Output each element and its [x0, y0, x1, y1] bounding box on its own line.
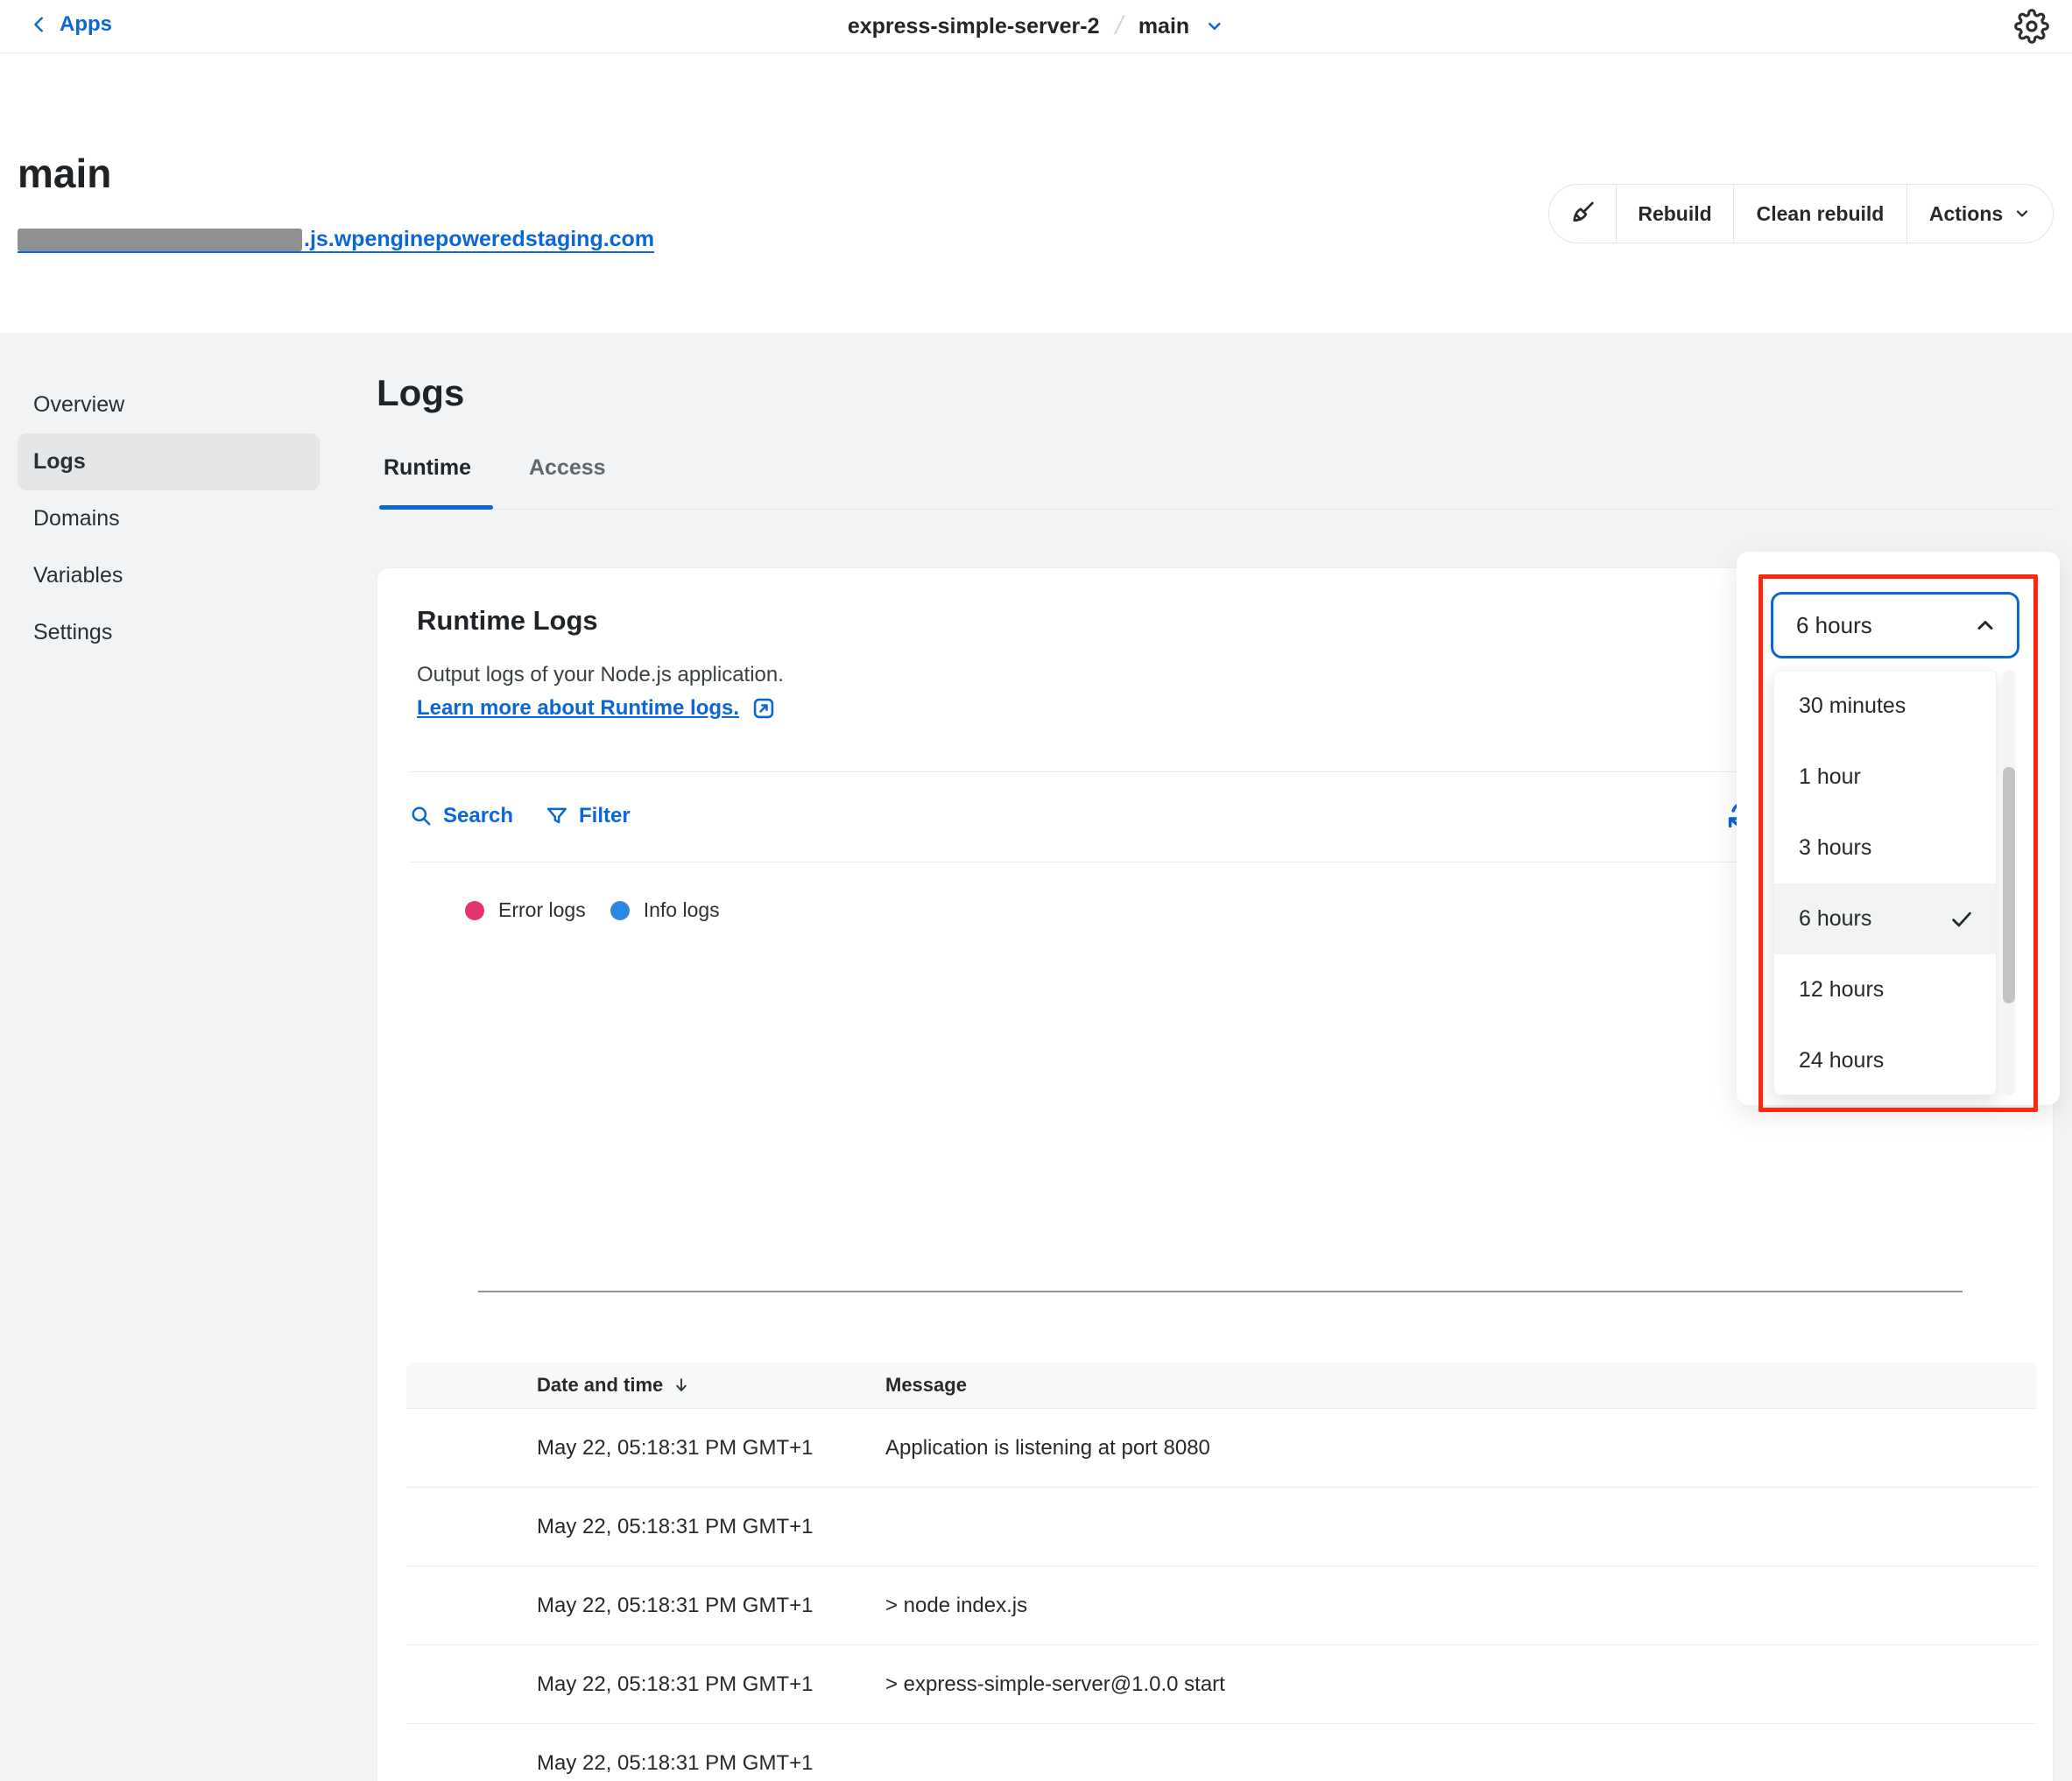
option-24-hours[interactable]: 24 hours	[1774, 1025, 1996, 1095]
checkmark-icon	[1949, 906, 1975, 933]
sidebar-item-variables[interactable]: Variables	[18, 547, 320, 604]
search-button[interactable]: Search	[410, 792, 513, 841]
app-canvas: Apps express-simple-server-2 / main main…	[0, 0, 2072, 1781]
logs-tabs: Runtime Access	[377, 455, 613, 481]
broom-icon	[1568, 199, 1597, 229]
clean-rebuild-button[interactable]: Clean rebuild	[1734, 185, 1907, 243]
tabs-bottom-border	[377, 509, 2054, 510]
error-logs-dot	[465, 901, 484, 920]
actions-label: Actions	[1929, 202, 2003, 226]
redacted-url-prefix	[18, 229, 302, 251]
learn-more-label: Learn more about Runtime logs.	[417, 696, 739, 721]
tab-runtime[interactable]: Runtime	[377, 455, 478, 481]
dropdown-scrollbar-thumb[interactable]	[2003, 767, 2015, 1003]
chevron-down-icon	[2013, 205, 2031, 222]
environment-header: main .js.wpenginepoweredstaging.com Rebu…	[0, 53, 2072, 333]
chart-y-axis-labels	[443, 983, 469, 1291]
chevron-down-icon[interactable]	[1205, 17, 1224, 36]
table-row[interactable]: May 22, 05:18:31 PM GMT+1 > node index.j…	[406, 1566, 2037, 1645]
selected-time-range: 6 hours	[1796, 612, 1872, 639]
tab-access[interactable]: Access	[522, 455, 613, 481]
breadcrumb-app-name[interactable]: express-simple-server-2	[848, 14, 1100, 39]
chevron-up-icon	[1973, 613, 1998, 637]
back-label: Apps	[60, 12, 112, 37]
environment-actions-toolbar: Rebuild Clean rebuild Actions	[1548, 184, 2054, 243]
environment-title: main	[18, 150, 111, 197]
chart-x-axis-labels	[478, 1303, 1963, 1329]
column-header-date-time[interactable]: Date and time	[537, 1374, 885, 1397]
clean-rebuild-label: Clean rebuild	[1757, 202, 1885, 226]
legend-info-logs: Info logs	[610, 898, 720, 922]
chevron-left-icon	[30, 15, 49, 34]
external-link-icon	[751, 696, 776, 721]
breadcrumb-environment[interactable]: main	[1138, 14, 1189, 39]
option-6-hours[interactable]: 6 hours	[1774, 883, 1996, 954]
option-12-hours[interactable]: 12 hours	[1774, 954, 1996, 1025]
back-to-apps-link[interactable]: Apps	[30, 12, 112, 37]
filter-button[interactable]: Filter	[546, 792, 631, 841]
topbar: Apps express-simple-server-2 / main	[0, 0, 2072, 53]
search-icon	[410, 805, 433, 827]
learn-more-link[interactable]: Learn more about Runtime logs.	[417, 696, 776, 721]
column-header-message: Message	[885, 1374, 967, 1397]
option-30-minutes[interactable]: 30 minutes	[1774, 671, 1996, 742]
filter-funnel-icon	[546, 805, 568, 827]
info-logs-dot	[610, 901, 630, 920]
time-range-dropdown: 6 hours 30 minutes 1 hour 3 hours 6 hour…	[1737, 552, 2060, 1105]
environment-url-link[interactable]: .js.wpenginepoweredstaging.com	[18, 227, 654, 253]
time-range-select-button[interactable]: 6 hours	[1771, 592, 2019, 658]
search-label: Search	[443, 804, 513, 828]
gear-icon[interactable]	[2014, 9, 2049, 44]
sidebar-item-overview[interactable]: Overview	[18, 377, 320, 433]
rebuild-button[interactable]: Rebuild	[1617, 185, 1734, 243]
sidebar-item-logs[interactable]: Logs	[18, 433, 320, 490]
logs-table: Date and time Message May 22, 05:18:31 P…	[406, 1362, 2037, 1781]
table-row[interactable]: May 22, 05:18:31 PM GMT+1 > express-simp…	[406, 1645, 2037, 1724]
sidebar-item-domains[interactable]: Domains	[18, 490, 320, 547]
breadcrumb-separator: /	[1112, 11, 1126, 41]
page-title: Logs	[377, 372, 464, 414]
table-row[interactable]: May 22, 05:18:31 PM GMT+1 Application is…	[406, 1409, 2037, 1488]
table-row[interactable]: May 22, 05:18:31 PM GMT+1	[406, 1724, 2037, 1781]
time-range-options-list: 30 minutes 1 hour 3 hours 6 hours 12 hou…	[1773, 670, 1997, 1095]
rebuild-label: Rebuild	[1638, 202, 1711, 226]
option-3-hours[interactable]: 3 hours	[1774, 813, 1996, 883]
sidebar-item-settings[interactable]: Settings	[18, 604, 320, 661]
chart-legend: Error logs Info logs	[465, 898, 720, 922]
card-title: Runtime Logs	[417, 605, 598, 637]
table-row[interactable]: May 22, 05:18:31 PM GMT+1	[406, 1488, 2037, 1566]
option-1-hour[interactable]: 1 hour	[1774, 742, 1996, 813]
table-header-row: Date and time Message	[406, 1362, 2037, 1409]
environment-url-suffix: .js.wpenginepoweredstaging.com	[304, 227, 654, 251]
sort-descending-icon	[672, 1376, 691, 1395]
active-tab-underline	[379, 505, 493, 510]
legend-error-logs: Error logs	[465, 898, 586, 922]
clean-cache-button[interactable]	[1549, 185, 1617, 243]
card-description: Output logs of your Node.js application.	[417, 663, 784, 687]
filter-label: Filter	[579, 804, 631, 828]
actions-menu-button[interactable]: Actions	[1907, 185, 2053, 243]
breadcrumb: express-simple-server-2 / main	[848, 0, 1224, 53]
sidebar: Overview Logs Domains Variables Settings	[18, 377, 320, 661]
